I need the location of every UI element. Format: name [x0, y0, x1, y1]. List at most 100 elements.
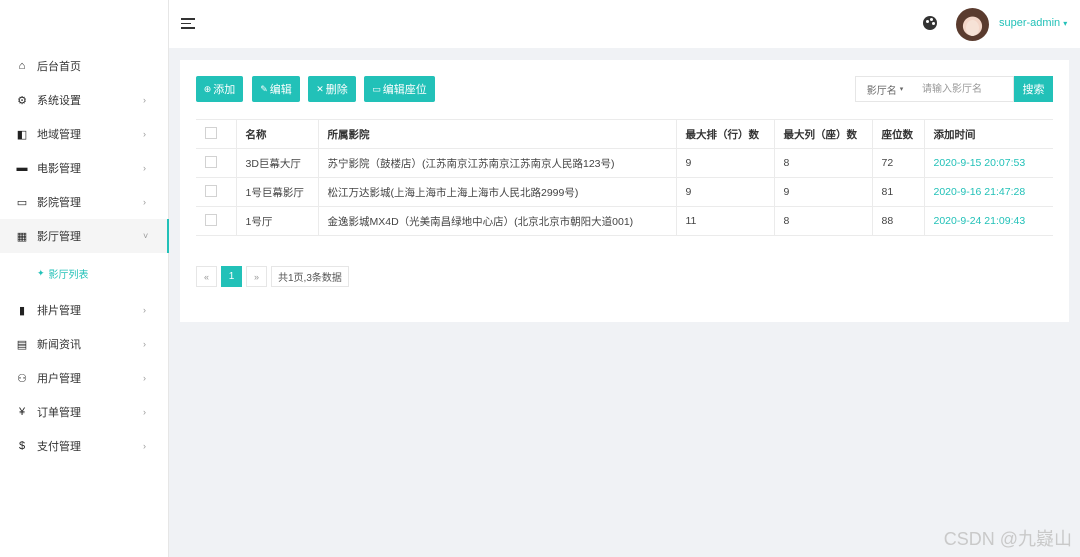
- column-header: 名称: [235, 119, 318, 149]
- table-cell: 9: [773, 177, 872, 207]
- table-cell: 72: [871, 148, 924, 178]
- avatar[interactable]: [956, 8, 989, 41]
- schedule-icon: ▮: [18, 304, 26, 317]
- select-all-checkbox[interactable]: [205, 126, 217, 139]
- close-icon: ✕: [316, 83, 324, 94]
- sidebar-item[interactable]: ▬ 电影管理 ›: [0, 151, 169, 185]
- sidebar-item-label: 后台首页: [37, 61, 81, 73]
- sidebar-item-label: 支付管理: [37, 441, 81, 453]
- chevron-icon: ›: [143, 373, 146, 383]
- pagination-summary: 共1页,3条数据: [271, 266, 349, 287]
- sidebar-item[interactable]: ◧ 地域管理 ›: [0, 117, 169, 151]
- table-cell: 2020-9-15 20:07:53: [923, 148, 1053, 178]
- sofa-icon: ▭: [372, 83, 381, 94]
- sidebar-item-label: 地域管理: [37, 129, 81, 141]
- add-icon: ⊕: [203, 83, 212, 94]
- sidebar-item[interactable]: ⚇ 用户管理 ›: [0, 361, 169, 395]
- sidebar-item[interactable]: ⚙ 系统设置 ›: [0, 83, 169, 117]
- table-cell: 9: [675, 177, 774, 207]
- sidebar-item[interactable]: ▦ 影厅管理 ˅: [0, 219, 169, 253]
- chevron-icon: ›: [143, 129, 146, 139]
- chevron-down-icon: ▾: [1063, 19, 1068, 28]
- yen-icon: ¥: [18, 406, 26, 418]
- sidebar-item[interactable]: ⌂ 后台首页: [0, 49, 169, 83]
- prev-page-button[interactable]: «: [196, 266, 217, 287]
- home-icon: ⌂: [18, 60, 26, 72]
- table-row[interactable]: 1号厅 金逸影城MX4D（光美南昌绿地中心店）(北京北京市朝阳大道001) 11 8 8…: [196, 206, 1053, 236]
- sidebar-item[interactable]: ▮ 排片管理 ›: [0, 293, 169, 327]
- news-icon: ▤: [16, 338, 28, 351]
- sidebar-item-label: 新闻资讯: [37, 339, 81, 351]
- users-icon: ⚇: [17, 372, 27, 385]
- table-cell: 3D巨幕大厅: [235, 148, 318, 178]
- chevron-icon: ˅: [143, 231, 149, 241]
- edit-label: 编辑: [269, 84, 292, 96]
- film-icon: ▬: [16, 162, 28, 174]
- column-header: 添加时间: [923, 119, 1053, 149]
- column-header: 所属影院: [317, 119, 676, 149]
- next-page-button[interactable]: »: [246, 266, 267, 287]
- delete-label: 删除: [325, 84, 348, 96]
- edit-seats-button[interactable]: ▭ 编辑座位: [364, 76, 435, 102]
- table-cell: 2020-9-24 21:09:43: [923, 206, 1053, 236]
- chevron-icon: ›: [143, 95, 146, 105]
- table-row[interactable]: 3D巨幕大厅 苏宁影院（鼓楼店）(江苏南京江苏南京江苏南京人民路123号) 9 8 72…: [196, 148, 1053, 178]
- dollar-icon: $: [18, 440, 26, 452]
- row-checkbox[interactable]: [205, 184, 217, 197]
- search-button[interactable]: 搜索: [1014, 76, 1053, 102]
- edit-button[interactable]: ✎ 编辑: [252, 76, 300, 102]
- table-cell: 88: [871, 206, 924, 236]
- page-button-current[interactable]: 1: [221, 266, 242, 287]
- row-checkbox[interactable]: [205, 213, 217, 226]
- top-header: super-admin ▾: [169, 0, 1080, 48]
- table-cell: 苏宁影院（鼓楼店）(江苏南京江苏南京江苏南京人民路123号): [317, 148, 676, 178]
- table-cell: 1号厅: [235, 206, 318, 236]
- hall-list-icon: ✦: [37, 267, 45, 278]
- sidebar-item[interactable]: ▤ 新闻资讯 ›: [0, 327, 169, 361]
- table-cell: 81: [871, 177, 924, 207]
- pencil-icon: ✎: [260, 83, 268, 94]
- add-button[interactable]: ⊕ 添加: [196, 76, 243, 102]
- table-cell: 松江万达影城(上海上海市上海上海市人民北路2999号): [317, 177, 676, 207]
- sidebar: ⌂ 后台首页 ⚙ 系统设置 › ◧ 地域管理 › ▬ 电影管理 › ▭ 影院管理 › ▦ 影厅管理 ˅ ✦ 影厅列表…: [0, 0, 169, 557]
- chevron-icon: ›: [143, 197, 146, 207]
- map-icon: ◧: [16, 128, 28, 141]
- search-input[interactable]: [914, 76, 1014, 102]
- column-header: 座位数: [871, 119, 924, 149]
- sidebar-item-label: 影院管理: [37, 197, 81, 209]
- sidebar-item[interactable]: ¥ 订单管理 ›: [0, 395, 169, 429]
- table-cell: 1号巨幕影厅: [235, 177, 318, 207]
- sidebar-menu: ⌂ 后台首页 ⚙ 系统设置 › ◧ 地域管理 › ▬ 电影管理 › ▭ 影院管理 › ▦ 影厅管理 ˅ ✦ 影厅列表…: [0, 49, 169, 463]
- menu-toggle-icon[interactable]: [181, 18, 195, 29]
- sidebar-item[interactable]: ▭ 影院管理 ›: [0, 185, 169, 219]
- column-header: 最大列（座）数: [773, 119, 872, 149]
- chevron-icon: ›: [143, 407, 146, 417]
- delete-button[interactable]: ✕ 删除: [308, 76, 356, 102]
- row-checkbox[interactable]: [205, 155, 217, 168]
- sidebar-item-label: 用户管理: [37, 373, 81, 385]
- sidebar-item-label: 系统设置: [37, 95, 81, 107]
- watermark: CSDN @九嶷山: [943, 529, 1072, 549]
- chevron-icon: ›: [143, 339, 146, 349]
- table-cell: 2020-9-16 21:47:28: [923, 177, 1053, 207]
- sidebar-subitem-hall-list[interactable]: ✦ 影厅列表: [0, 253, 169, 293]
- theme-palette-icon[interactable]: [923, 16, 937, 30]
- table-cell: 8: [773, 148, 872, 178]
- table-cell: 11: [675, 206, 774, 236]
- sidebar-item[interactable]: $ 支付管理 ›: [0, 429, 169, 463]
- sidebar-item-label: 影厅管理: [37, 231, 81, 243]
- search-field-select[interactable]: 影厅名 ▾: [855, 76, 915, 102]
- table-cell: 8: [773, 206, 872, 236]
- sidebar-item-label: 电影管理: [37, 163, 81, 175]
- user-menu[interactable]: super-admin ▾: [999, 17, 1067, 29]
- search-field-label: 影厅名: [866, 85, 897, 97]
- chevron-icon: ›: [143, 305, 146, 315]
- table-cell: 9: [675, 148, 774, 178]
- chevron-icon: ›: [143, 163, 146, 173]
- pagination: « 1 » 共1页,3条数据: [196, 266, 353, 287]
- hall-table: 名称 所属影院 最大排（行）数 最大列（座）数 座位数 添加时间 3D巨幕大厅苏…: [196, 119, 1053, 236]
- hall-icon: ▦: [16, 230, 28, 243]
- table-row[interactable]: 1号巨幕影厅 松江万达影城(上海上海市上海上海市人民北路2999号) 9 9 81 202…: [196, 177, 1053, 207]
- sidebar-subitem-label: 影厅列表: [48, 269, 89, 281]
- sidebar-item-label: 订单管理: [37, 407, 81, 419]
